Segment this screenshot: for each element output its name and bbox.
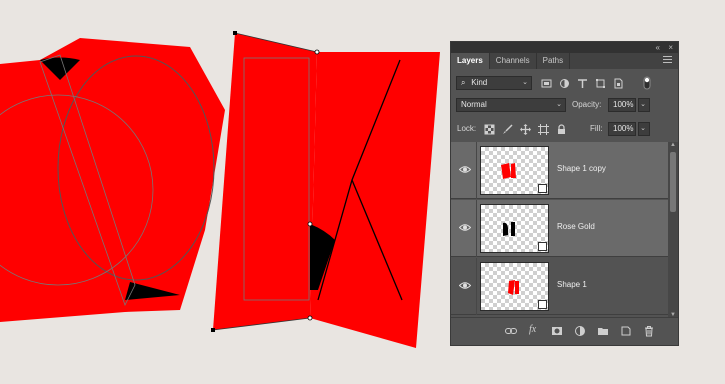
red-shape-right bbox=[310, 52, 440, 348]
lock-label: Lock: bbox=[457, 124, 477, 133]
fill-input[interactable]: 100% bbox=[608, 122, 636, 136]
chevron-down-icon: ⌄ bbox=[556, 101, 562, 108]
lock-row: Lock: Fill: 100% ⌄ bbox=[451, 119, 678, 139]
type-filter-icon[interactable] bbox=[577, 78, 588, 89]
red-shape-middle bbox=[213, 33, 317, 330]
layer-list: Shape 1 copy Rose Gold Shape 1 bbox=[451, 142, 668, 318]
scroll-thumb[interactable] bbox=[670, 152, 676, 212]
layers-scrollbar[interactable]: ▲ ▼ bbox=[668, 142, 678, 318]
chevron-down-icon: ⌄ bbox=[640, 101, 646, 108]
panel-bottom-toolbar: fx bbox=[451, 317, 678, 345]
chevron-down-icon: ⌄ bbox=[640, 125, 646, 132]
layer-row-shape-1[interactable]: Shape 1 bbox=[451, 258, 668, 315]
anchor-point[interactable] bbox=[314, 49, 320, 55]
search-icon: ⌕ bbox=[461, 78, 466, 87]
smart-object-badge-icon bbox=[538, 242, 547, 251]
smart-object-badge-icon bbox=[538, 300, 547, 309]
tab-layers[interactable]: Layers bbox=[451, 53, 490, 69]
lock-transparent-icon[interactable] bbox=[484, 124, 495, 135]
opacity-label: Opacity: bbox=[572, 100, 602, 109]
anchor-point[interactable] bbox=[233, 31, 237, 35]
layer-thumbnail bbox=[480, 262, 549, 311]
fill-dropdown[interactable]: ⌄ bbox=[638, 122, 650, 136]
tab-channels[interactable]: Channels bbox=[490, 53, 537, 69]
eye-icon[interactable] bbox=[459, 165, 471, 174]
filter-toggle-icon[interactable] bbox=[643, 76, 651, 90]
image-filter-icon[interactable] bbox=[541, 78, 552, 89]
shape-filter-icon[interactable] bbox=[595, 78, 606, 89]
smart-object-badge-icon bbox=[538, 184, 547, 193]
anchor-point[interactable] bbox=[211, 328, 215, 332]
mask-icon[interactable] bbox=[551, 325, 563, 337]
lock-artboard-icon[interactable] bbox=[538, 124, 549, 135]
fx-icon[interactable]: fx bbox=[529, 324, 541, 336]
layer-thumbnail bbox=[480, 146, 549, 195]
filter-kind-label: Kind bbox=[471, 78, 488, 87]
blend-mode-select[interactable]: Normal ⌄ bbox=[456, 98, 566, 112]
panel-topbar: « × bbox=[451, 42, 678, 53]
collapse-icon[interactable]: « bbox=[656, 42, 660, 53]
canvas-artwork[interactable] bbox=[0, 0, 450, 384]
layer-name[interactable]: Shape 1 copy bbox=[557, 164, 606, 173]
adjustment-icon[interactable] bbox=[574, 325, 586, 337]
blend-mode-value: Normal bbox=[461, 100, 487, 109]
link-icon[interactable] bbox=[505, 325, 517, 337]
blend-row: Normal ⌄ Opacity: 100% ⌄ bbox=[451, 95, 678, 115]
adjustment-filter-icon[interactable] bbox=[559, 78, 570, 89]
filter-kind-select[interactable]: ⌕ Kind ⌄ bbox=[456, 76, 532, 90]
layer-row-shape-1-copy[interactable]: Shape 1 copy bbox=[451, 142, 668, 199]
trash-icon[interactable] bbox=[643, 325, 655, 337]
layer-thumbnail bbox=[480, 204, 549, 253]
tab-paths[interactable]: Paths bbox=[537, 53, 571, 69]
filter-row: ⌕ Kind ⌄ bbox=[451, 73, 678, 93]
anchor-point[interactable] bbox=[307, 221, 313, 227]
group-folder-icon[interactable] bbox=[597, 325, 609, 337]
layer-name[interactable]: Shape 1 bbox=[557, 280, 587, 289]
new-layer-icon[interactable] bbox=[620, 325, 632, 337]
lock-move-icon[interactable] bbox=[520, 124, 531, 135]
panel-tabbar: Layers Channels Paths bbox=[451, 53, 678, 69]
lock-all-icon[interactable] bbox=[556, 124, 567, 135]
red-shape-left bbox=[0, 38, 225, 322]
close-icon[interactable]: × bbox=[668, 42, 673, 53]
panel-menu-icon[interactable] bbox=[663, 56, 672, 65]
eye-icon[interactable] bbox=[459, 281, 471, 290]
chevron-down-icon: ⌄ bbox=[522, 79, 528, 86]
fill-label: Fill: bbox=[590, 124, 603, 133]
scroll-up-icon[interactable]: ▲ bbox=[670, 142, 676, 148]
eye-icon[interactable] bbox=[459, 223, 471, 232]
opacity-dropdown[interactable]: ⌄ bbox=[638, 98, 650, 112]
lock-brush-icon[interactable] bbox=[502, 124, 513, 135]
layer-row-rose-gold[interactable]: Rose Gold bbox=[451, 200, 668, 257]
layers-panel: « × Layers Channels Paths ⌕ Kind ⌄ Norma… bbox=[450, 41, 679, 346]
anchor-point[interactable] bbox=[307, 315, 313, 321]
smart-object-filter-icon[interactable] bbox=[613, 78, 624, 89]
opacity-input[interactable]: 100% bbox=[608, 98, 636, 112]
layer-name[interactable]: Rose Gold bbox=[557, 222, 595, 231]
